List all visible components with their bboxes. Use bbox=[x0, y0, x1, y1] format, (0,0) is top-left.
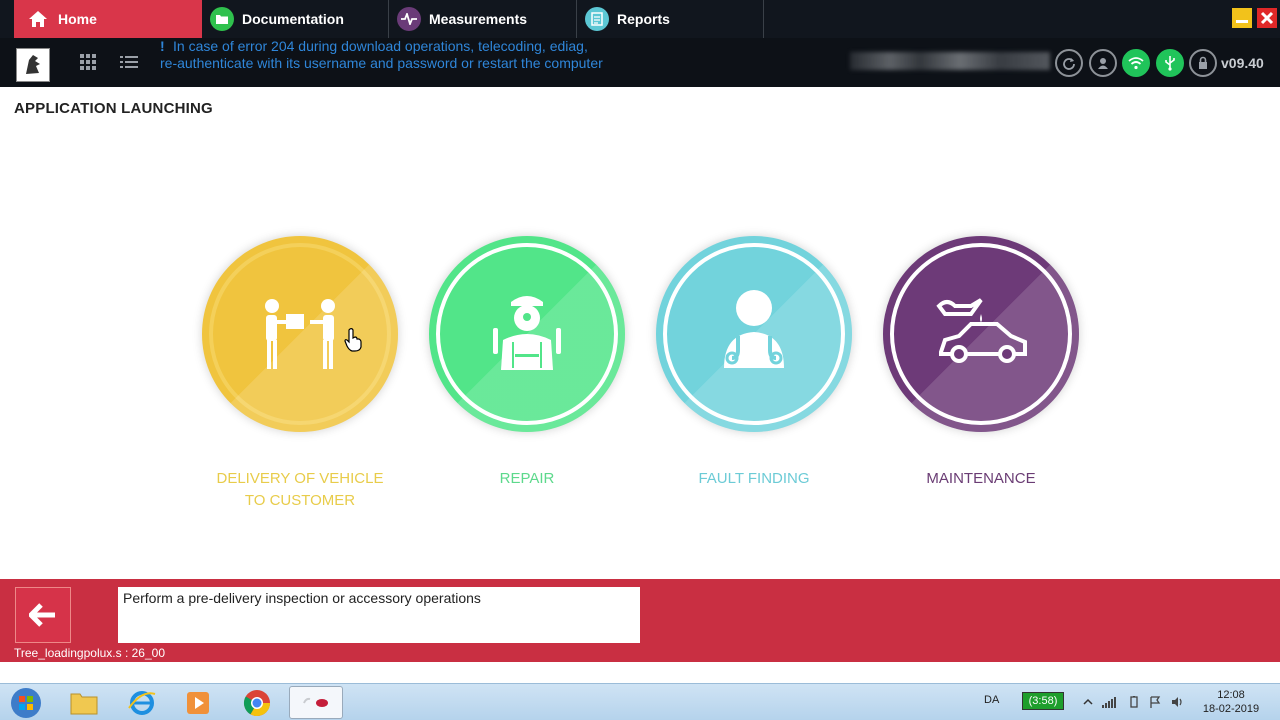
app-delivery-label-line2: TO CUSTOMER bbox=[244, 492, 356, 509]
wifi-status[interactable] bbox=[1122, 49, 1150, 77]
usb-icon bbox=[1165, 56, 1175, 71]
volume-icon[interactable] bbox=[1171, 696, 1183, 708]
loading-status: Tree_loadingpolux.s : 26_00 bbox=[14, 646, 165, 660]
page-title: APPLICATION LAUNCHING bbox=[14, 100, 213, 117]
oil-car-icon bbox=[936, 298, 1027, 363]
close-button[interactable] bbox=[1257, 8, 1277, 28]
tab-home-label: Home bbox=[58, 11, 97, 27]
battery-indicator[interactable]: (3:58) bbox=[1022, 692, 1064, 710]
app-maintenance-label: MAINTENANCE bbox=[861, 468, 1101, 490]
notice-exclamation: ! bbox=[160, 38, 165, 54]
grid-view-icon[interactable] bbox=[80, 54, 98, 70]
internet-explorer-icon bbox=[128, 690, 156, 715]
tab-reports[interactable]: Reports bbox=[577, 0, 764, 38]
folder-icon bbox=[210, 7, 234, 31]
app-fault-finding-label: FAULT FINDING bbox=[634, 468, 874, 490]
app-repair-button[interactable] bbox=[429, 236, 625, 432]
app-maintenance-label-line1: MAINTENANCE bbox=[926, 470, 1036, 487]
taskbar-chrome[interactable] bbox=[231, 686, 283, 719]
app-fault-finding-label-line1: FAULT FINDING bbox=[698, 470, 810, 487]
app-delivery-label: DELIVERY OF VEHICLE TO CUSTOMER bbox=[180, 468, 420, 512]
system-clock[interactable]: 12:08 18-02-2019 bbox=[1196, 688, 1266, 716]
app-version: v09.40 bbox=[1221, 55, 1264, 71]
windows-start-icon bbox=[11, 687, 41, 718]
hand-cursor-icon bbox=[344, 328, 362, 352]
waveform-icon bbox=[397, 7, 421, 31]
chrome-icon bbox=[243, 689, 271, 716]
tab-measurements[interactable]: Measurements bbox=[389, 0, 577, 38]
notice-line-1: In case of error 204 during download ope… bbox=[173, 38, 588, 54]
minimize-icon bbox=[1236, 19, 1248, 23]
app-delivery-label-line1: DELIVERY OF VEHICLE bbox=[216, 470, 384, 487]
blurred-user-info bbox=[850, 52, 1050, 70]
tab-measurements-label: Measurements bbox=[429, 11, 528, 27]
taskbar-explorer[interactable] bbox=[58, 686, 110, 719]
battery-tray-icon[interactable] bbox=[1128, 696, 1140, 708]
tab-documentation-label: Documentation bbox=[242, 11, 344, 27]
arrow-left-icon bbox=[29, 603, 55, 627]
peugeot-logo bbox=[16, 48, 50, 82]
back-button[interactable] bbox=[15, 587, 71, 643]
bottom-panel: Perform a pre-delivery inspection or acc… bbox=[0, 579, 1280, 662]
minimize-button[interactable] bbox=[1232, 8, 1252, 28]
action-center-flag-icon[interactable] bbox=[1149, 696, 1161, 708]
show-hidden-icons-icon[interactable] bbox=[1082, 696, 1094, 708]
user-button[interactable] bbox=[1089, 49, 1117, 77]
sync-icon bbox=[1063, 58, 1075, 70]
taskbar-internet-explorer[interactable] bbox=[116, 686, 168, 719]
signal-strength-icon[interactable] bbox=[1102, 696, 1118, 708]
handover-icon bbox=[265, 299, 335, 369]
tab-reports-label: Reports bbox=[617, 11, 670, 27]
notice-line-2: re-authenticate with its username and pa… bbox=[160, 55, 603, 71]
app-delivery-button[interactable] bbox=[202, 236, 398, 432]
app-maintenance-button[interactable] bbox=[883, 236, 1079, 432]
home-icon bbox=[26, 7, 50, 31]
tab-home[interactable]: Home bbox=[14, 0, 202, 38]
lock-button[interactable] bbox=[1189, 49, 1217, 77]
wifi-icon bbox=[1128, 57, 1144, 70]
clock-date: 18-02-2019 bbox=[1202, 703, 1260, 715]
diagbox-icon bbox=[303, 697, 328, 707]
app-repair-label-line1: REPAIR bbox=[499, 470, 555, 487]
clock-time: 12:08 bbox=[1217, 689, 1245, 701]
close-icon bbox=[1260, 11, 1274, 25]
lock-icon bbox=[1199, 56, 1207, 69]
doctor-icon bbox=[724, 290, 784, 368]
app-window: Home Documentation Measurements Reports bbox=[0, 0, 1280, 720]
folder-icon bbox=[70, 693, 98, 714]
windows-taskbar: DA (3:58) 12:08 18-02-2019 bbox=[0, 683, 1280, 720]
app-fault-finding-button[interactable] bbox=[656, 236, 852, 432]
start-button[interactable] bbox=[0, 686, 52, 719]
keyboard-language[interactable]: DA bbox=[984, 694, 999, 706]
app-repair-label: REPAIR bbox=[407, 468, 647, 490]
report-icon bbox=[585, 7, 609, 31]
sync-button[interactable] bbox=[1055, 49, 1083, 77]
usb-status[interactable] bbox=[1156, 49, 1184, 77]
mechanic-icon bbox=[493, 296, 561, 370]
media-player-icon bbox=[187, 691, 209, 714]
taskbar-media-player[interactable] bbox=[172, 686, 224, 719]
tab-documentation[interactable]: Documentation bbox=[202, 0, 389, 38]
description-box: Perform a pre-delivery inspection or acc… bbox=[118, 587, 640, 643]
header-bar: ! In case of error 204 during download o… bbox=[0, 38, 1280, 87]
list-view-icon[interactable] bbox=[120, 54, 138, 70]
taskbar-diagbox[interactable] bbox=[289, 686, 343, 719]
user-icon bbox=[1098, 58, 1108, 69]
top-tab-bar: Home Documentation Measurements Reports bbox=[0, 0, 1280, 38]
